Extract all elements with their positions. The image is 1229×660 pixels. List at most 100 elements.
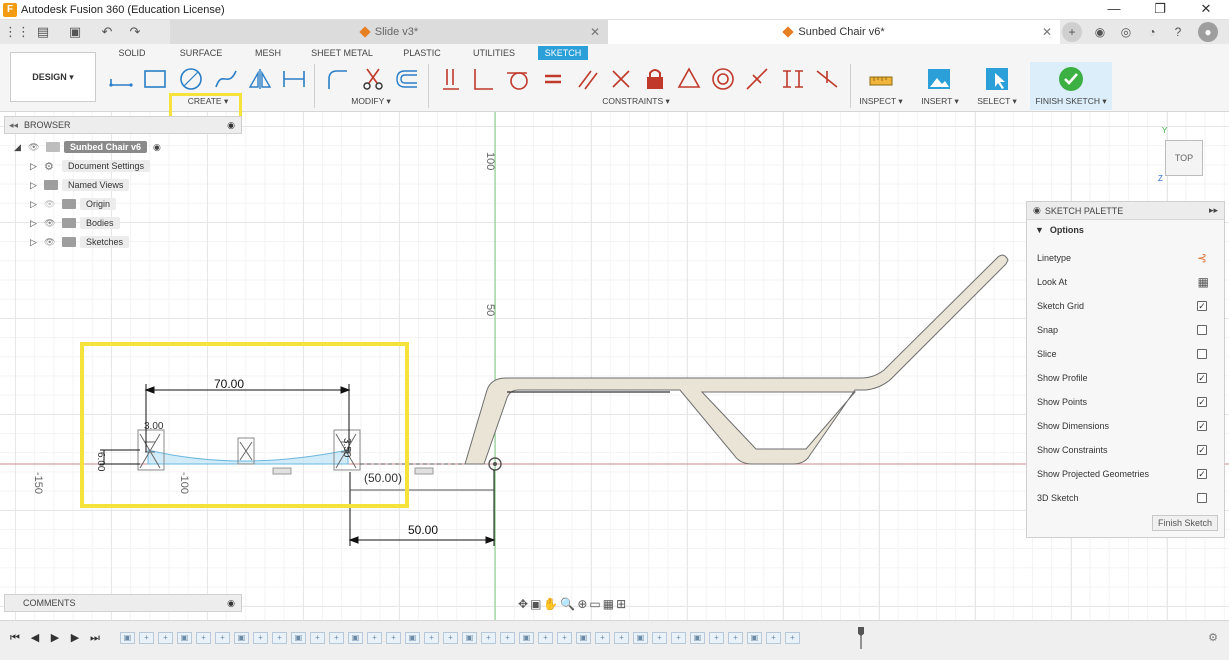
timeline-feature[interactable]: + xyxy=(785,632,800,644)
constraints-menu[interactable]: CONSTRAINTS ▾ xyxy=(598,96,674,107)
job-status-icon[interactable]: ◎ xyxy=(1116,22,1136,42)
construction-linetype-icon[interactable]: ⊰ xyxy=(1197,251,1207,265)
timeline-feature[interactable]: ▣ xyxy=(747,632,762,644)
close-tab-icon[interactable]: ✕ xyxy=(590,25,600,39)
timeline-feature[interactable]: + xyxy=(481,632,496,644)
timeline-feature[interactable]: + xyxy=(367,632,382,644)
show-dimensions-checkbox[interactable]: ✓ xyxy=(1197,421,1207,431)
browser-panel-header[interactable]: ◂◂ BROWSER ◉ xyxy=(4,116,242,134)
pan-icon[interactable]: ✋ xyxy=(543,597,558,611)
expand-icon[interactable]: ▷ xyxy=(30,237,40,248)
go-to-end-icon[interactable]: ⏭ xyxy=(88,631,102,645)
timeline-feature[interactable]: ▣ xyxy=(690,632,705,644)
rectangle-tool-icon[interactable] xyxy=(140,64,170,94)
user-avatar-icon[interactable]: ● xyxy=(1198,22,1218,42)
finish-sketch-check-icon[interactable] xyxy=(1056,64,1086,94)
view-cube[interactable]: TOP xyxy=(1165,140,1203,176)
timeline-feature[interactable]: ▣ xyxy=(291,632,306,644)
timeline-feature[interactable]: + xyxy=(728,632,743,644)
browser-options-icon[interactable]: ◉ xyxy=(227,120,235,131)
dimension-tool-icon[interactable] xyxy=(279,64,309,94)
mirror-tool-icon[interactable] xyxy=(245,64,275,94)
trim-tool-icon[interactable] xyxy=(358,64,388,94)
expand-icon[interactable]: ◢ xyxy=(14,142,24,153)
save-icon[interactable]: ▣ xyxy=(64,22,86,42)
close-window-button[interactable]: ✕ xyxy=(1183,0,1229,20)
inspect-menu[interactable]: INSPECT ▾ xyxy=(856,96,906,107)
tab-sunbed-chair[interactable]: Sunbed Chair v6* ✕ xyxy=(608,20,1060,44)
timeline-feature[interactable]: ▣ xyxy=(120,632,135,644)
workspace-switcher-button[interactable]: DESIGN ▾ xyxy=(10,52,96,102)
spline-tool-icon[interactable] xyxy=(211,64,241,94)
tab-surface[interactable]: SURFACE xyxy=(176,46,226,60)
go-to-start-icon[interactable]: ⏮ xyxy=(8,631,22,645)
3d-sketch-checkbox[interactable] xyxy=(1197,493,1207,503)
step-forward-icon[interactable]: ▶ xyxy=(68,631,82,645)
timeline-feature[interactable]: ▣ xyxy=(405,632,420,644)
parallel-constraint-icon[interactable] xyxy=(572,64,602,94)
slice-checkbox[interactable] xyxy=(1197,349,1207,359)
timeline-feature[interactable]: + xyxy=(386,632,401,644)
collapse-section-icon[interactable]: ▼ xyxy=(1035,225,1044,235)
timeline-track[interactable]: ▣ + + ▣ + + ▣ + + ▣ + + ▣ + + ▣ + + ▣ + + ▣ + + ▣ + + ▣ + + ▣ + + ▣ + + xyxy=(120,631,860,645)
show-points-checkbox[interactable]: ✓ xyxy=(1197,397,1207,407)
smooth-constraint-icon[interactable] xyxy=(812,64,842,94)
timeline-feature[interactable]: + xyxy=(652,632,667,644)
palette-header[interactable]: ◉ SKETCH PALETTE ▸▸ xyxy=(1027,202,1224,220)
timeline-feature[interactable]: ▣ xyxy=(177,632,192,644)
browser-item-named-views[interactable]: ▷ Named Views xyxy=(30,176,130,194)
expand-icon[interactable]: ▷ xyxy=(30,199,40,210)
timeline-feature[interactable]: ▣ xyxy=(462,632,477,644)
dim-6-label[interactable]: 6.00 xyxy=(95,452,106,471)
expand-icon[interactable]: ▷ xyxy=(30,218,40,229)
finish-sketch-button[interactable]: Finish Sketch xyxy=(1152,515,1218,531)
visibility-eye-icon[interactable]: 👁 xyxy=(28,142,42,153)
timeline-feature[interactable]: + xyxy=(614,632,629,644)
fit-icon[interactable]: ⊕ xyxy=(577,597,587,611)
timeline-feature[interactable]: + xyxy=(709,632,724,644)
measure-tool-icon[interactable] xyxy=(866,64,896,94)
dim-70-label[interactable]: 70.00 xyxy=(214,377,244,391)
select-tool-icon[interactable] xyxy=(982,64,1012,94)
tangent-constraint-icon[interactable] xyxy=(502,64,532,94)
collapse-panel-icon[interactable]: ◂◂ xyxy=(9,120,18,131)
concentric-constraint-icon[interactable] xyxy=(708,64,738,94)
options-section[interactable]: ▼ Options xyxy=(1027,220,1224,240)
fillet-tool-icon[interactable] xyxy=(322,64,352,94)
visibility-eye-icon[interactable]: 👁 xyxy=(44,199,58,210)
browser-root-item[interactable]: ◢ 👁 Sunbed Chair v6 ◉ xyxy=(14,138,161,156)
timeline-feature[interactable]: + xyxy=(557,632,572,644)
undo-icon[interactable]: ↶ xyxy=(96,22,118,42)
timeline-feature[interactable]: ▣ xyxy=(348,632,363,644)
look-at-nav-icon[interactable]: ▣ xyxy=(530,597,541,611)
play-icon[interactable]: ▶ xyxy=(48,631,62,645)
snap-checkbox[interactable] xyxy=(1197,325,1207,335)
expand-palette-icon[interactable]: ▸▸ xyxy=(1209,205,1218,216)
browser-item-document-settings[interactable]: ▷ ⚙ Document Settings xyxy=(30,157,151,175)
show-projected-geometries-checkbox[interactable]: ✓ xyxy=(1197,469,1207,479)
modify-menu[interactable]: MODIFY ▾ xyxy=(346,96,396,107)
orbit-icon[interactable]: ✥ xyxy=(518,597,528,611)
insert-image-icon[interactable] xyxy=(924,64,954,94)
timeline-feature[interactable]: + xyxy=(329,632,344,644)
timeline-feature[interactable]: ▣ xyxy=(234,632,249,644)
insert-menu[interactable]: INSERT ▾ xyxy=(918,96,962,107)
equal-constraint-icon[interactable] xyxy=(538,64,568,94)
timeline-feature[interactable]: + xyxy=(139,632,154,644)
timeline-feature[interactable]: + xyxy=(196,632,211,644)
timeline-feature[interactable]: + xyxy=(272,632,287,644)
tab-sketch[interactable]: SKETCH xyxy=(538,46,588,60)
timeline-feature[interactable]: ▣ xyxy=(576,632,591,644)
look-at-icon[interactable]: ▦ xyxy=(1198,275,1209,289)
step-back-icon[interactable]: ◀ xyxy=(28,631,42,645)
timeline-feature[interactable]: + xyxy=(253,632,268,644)
timeline-feature[interactable]: ▣ xyxy=(519,632,534,644)
activate-radio-icon[interactable]: ◉ xyxy=(153,142,161,153)
tab-slide[interactable]: Slide v3* ✕ xyxy=(170,20,608,44)
new-tab-icon[interactable]: + xyxy=(1062,22,1082,42)
browser-item-origin[interactable]: ▷ 👁 Origin xyxy=(30,195,117,213)
browser-item-bodies[interactable]: ▷ 👁 Bodies xyxy=(30,214,120,232)
circle-tool-icon[interactable] xyxy=(176,64,206,94)
dim-3-5-label[interactable]: 3.50 xyxy=(341,438,352,457)
expand-icon[interactable]: ▷ xyxy=(30,161,40,172)
